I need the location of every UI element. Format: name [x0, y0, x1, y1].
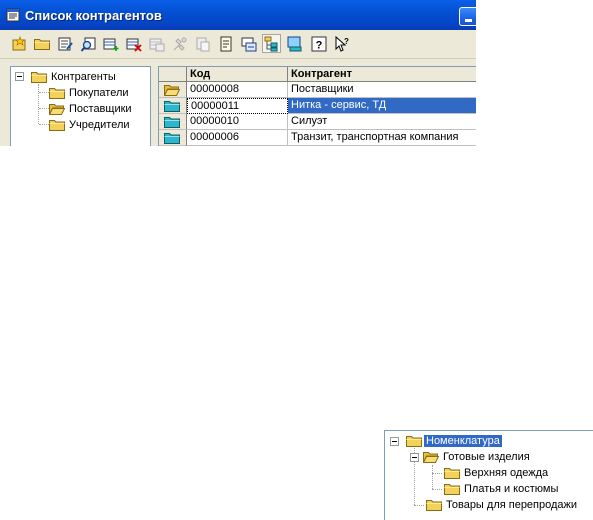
- move-icon[interactable]: [241, 36, 257, 52]
- edit-icon[interactable]: [57, 36, 73, 52]
- folder-open-icon: [49, 103, 65, 115]
- delete-icon[interactable]: [126, 36, 142, 52]
- collapse-toggle[interactable]: [390, 437, 399, 446]
- cell-code: 00000006: [187, 130, 288, 146]
- tree-item-label: Готовые изделия: [443, 451, 530, 463]
- column-header-counterparty[interactable]: Контрагент: [288, 67, 476, 82]
- selected-label: Номенклатура: [424, 435, 502, 447]
- properties-icon[interactable]: [172, 36, 188, 52]
- svg-text:?: ?: [344, 37, 349, 46]
- hierarchy-icon: [264, 36, 278, 52]
- folder-icon: [444, 467, 460, 479]
- tree-item-label: Контрагенты: [51, 71, 116, 83]
- counterparty-table: Код Контрагент 00000008 Поставщики 00000…: [158, 66, 476, 146]
- tree-line: [432, 465, 433, 489]
- hierarchy-toggle-button[interactable]: [262, 34, 281, 53]
- tree-line: [414, 448, 415, 453]
- folder-open-icon: [164, 84, 180, 96]
- tree-item-label: Верхняя одежда: [464, 467, 549, 479]
- tree-line: [414, 505, 424, 506]
- paste-icon[interactable]: [195, 36, 211, 52]
- tree-item-label: Платья и костюмы: [464, 483, 559, 495]
- icon-column-header[interactable]: [159, 67, 187, 82]
- copy-icon[interactable]: [149, 36, 165, 52]
- list-window-icon: [6, 8, 20, 22]
- row-marker: [159, 98, 187, 114]
- folder-icon: [164, 116, 180, 128]
- row-marker: [159, 114, 187, 130]
- folder-icon: [49, 119, 65, 131]
- counterparties-window: Список контрагентов ? ? Контрагенты Поку…: [0, 0, 476, 146]
- counterparty-tree: Контрагенты Покупатели Поставщики Учреди…: [10, 66, 151, 146]
- cell-code: 00000011: [187, 98, 288, 114]
- minimize-icon: [465, 19, 472, 22]
- folder-icon: [426, 499, 442, 511]
- tree-line: [432, 473, 442, 474]
- tree-line: [39, 92, 49, 93]
- new-item-icon[interactable]: [11, 36, 27, 52]
- tree-item-label: Учредители: [69, 119, 130, 131]
- table-row[interactable]: 00000008 Поставщики: [159, 82, 476, 98]
- tree-item-label: Товары для перепродажи: [446, 499, 578, 511]
- table-row[interactable]: 00000010 Силуэт: [159, 114, 476, 130]
- cell-counterparty: Нитка - сервис, ТД: [288, 98, 476, 114]
- folder-icon: [164, 100, 180, 112]
- report-icon[interactable]: [287, 36, 303, 52]
- document-icon[interactable]: [218, 36, 234, 52]
- title-bar[interactable]: Список контрагентов: [0, 0, 476, 30]
- folder-icon: [406, 435, 422, 447]
- add-row-icon[interactable]: [103, 36, 119, 52]
- collapse-toggle[interactable]: [410, 453, 419, 462]
- tree-item-label: Номенклатура: [424, 433, 502, 449]
- folder-icon: [49, 87, 65, 99]
- cell-code: 00000010: [187, 114, 288, 130]
- row-marker: [159, 130, 187, 146]
- cell-counterparty: Поставщики: [288, 82, 476, 98]
- cell-counterparty: Транзит, транспортная компания: [288, 130, 476, 146]
- new-folder-icon[interactable]: [34, 36, 50, 52]
- context-help-icon[interactable]: ?: [334, 36, 350, 52]
- cell-code: 00000008: [187, 82, 288, 98]
- nomenclature-tree: Номенклатура Готовые изделия Верхняя оде…: [384, 430, 593, 520]
- svg-text:?: ?: [316, 40, 323, 52]
- table-row[interactable]: 00000006 Транзит, транспортная компания: [159, 130, 476, 146]
- tree-item-label: Покупатели: [69, 87, 129, 99]
- tree-line: [432, 489, 442, 490]
- table-row-selected[interactable]: 00000011 Нитка - сервис, ТД: [159, 98, 476, 114]
- tree-line: [39, 108, 49, 109]
- toolbar: ? ?: [0, 30, 476, 59]
- tree-line: [414, 462, 415, 505]
- column-header-code[interactable]: Код: [187, 67, 288, 82]
- cell-counterparty: Силуэт: [288, 114, 476, 130]
- tree-item-label: Поставщики: [69, 103, 132, 115]
- minimize-button[interactable]: [459, 7, 476, 26]
- collapse-toggle[interactable]: [15, 72, 24, 81]
- row-marker: [159, 82, 187, 98]
- folder-icon: [31, 71, 47, 83]
- help-icon[interactable]: ?: [311, 36, 327, 52]
- find-icon[interactable]: [80, 36, 96, 52]
- tree-line: [38, 84, 39, 124]
- window-title: Список контрагентов: [25, 8, 162, 23]
- folder-open-icon: [423, 451, 439, 463]
- folder-icon: [444, 483, 460, 495]
- tree-line: [39, 124, 49, 125]
- folder-icon: [164, 132, 180, 144]
